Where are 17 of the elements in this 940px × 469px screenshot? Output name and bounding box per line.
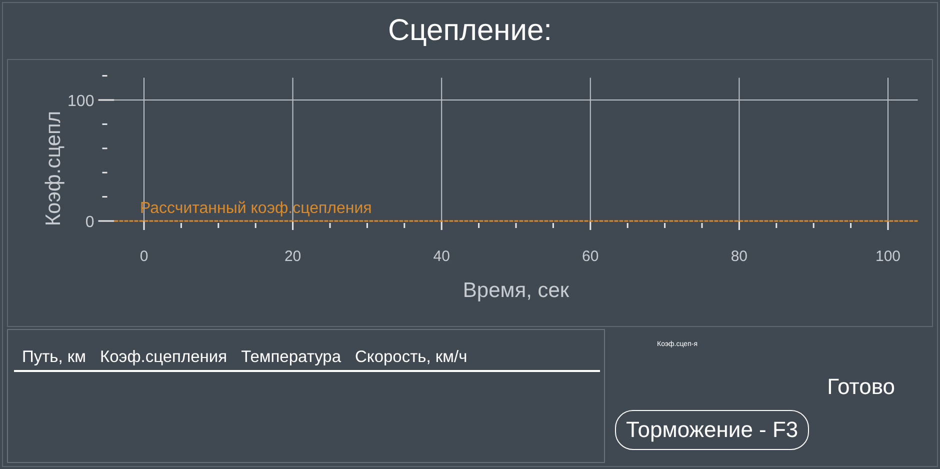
tick-label: 60 (582, 248, 599, 265)
column-header: Коэф.сцепления (100, 348, 228, 367)
axis-title: Коэф.сцепл (42, 110, 65, 226)
status-text: Готово (827, 374, 895, 400)
tick-label: 20 (284, 248, 302, 265)
tick-label: 100 (875, 248, 901, 265)
tick-label: 80 (730, 248, 748, 265)
panel-title: Сцепление: (387, 13, 553, 49)
tick-label: 0 (140, 248, 148, 265)
tick-label: 100 (68, 93, 94, 110)
tick-label: 0 (85, 214, 94, 231)
column-header: Путь, км (22, 348, 86, 367)
column-header: Температура (241, 348, 341, 367)
braking-button[interactable]: Торможение - F3 (615, 410, 810, 450)
tick-label: 40 (433, 248, 450, 265)
column-header: Скорость, км/ч (355, 348, 468, 367)
axis-title: Время, сек (462, 279, 570, 302)
